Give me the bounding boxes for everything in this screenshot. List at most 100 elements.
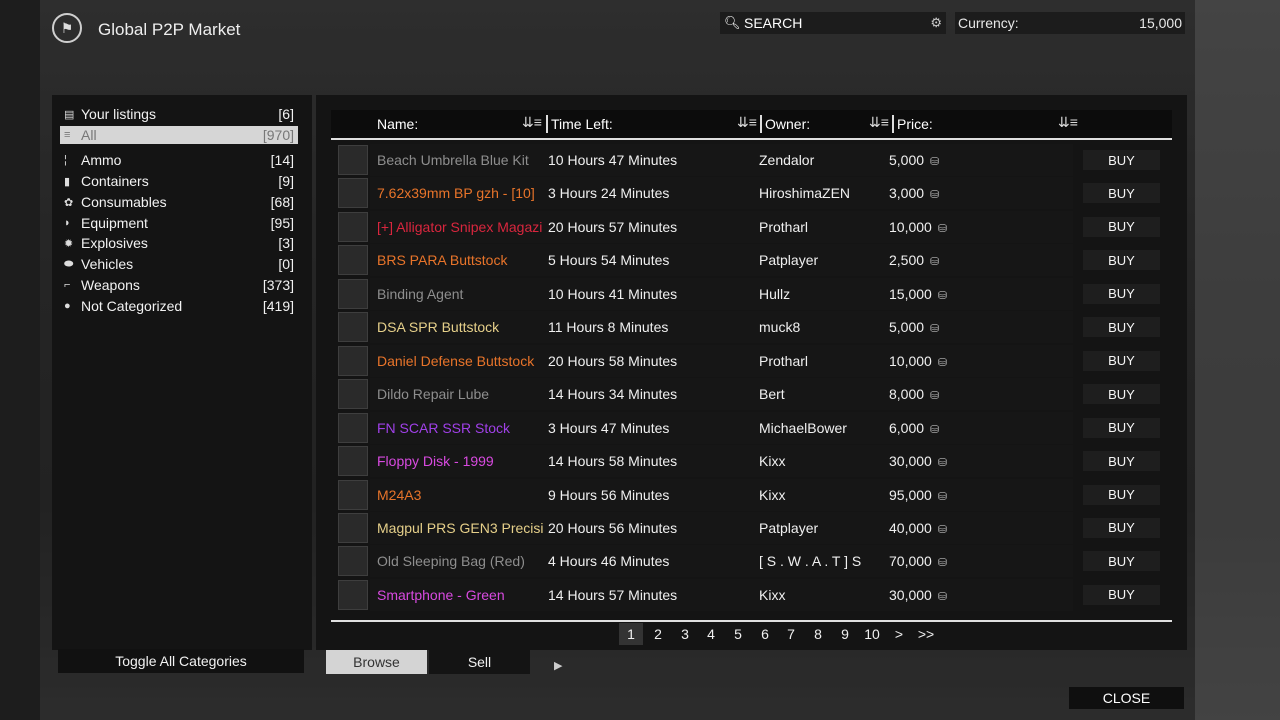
page-link[interactable]: 8 [806, 623, 830, 645]
time-left: 10 Hours 41 Minutes [548, 285, 678, 302]
buy-button[interactable]: BUY [1083, 517, 1160, 538]
category-ammo[interactable]: ¦ Ammo [14] [60, 151, 298, 169]
item-name: Dildo Repair Lube [377, 386, 490, 403]
sort-name-icon[interactable]: ⇊≡ [522, 114, 542, 131]
page-link[interactable]: 2 [646, 623, 670, 645]
buy-button[interactable]: BUY [1083, 350, 1160, 371]
owner-name: Zendalor [759, 152, 815, 168]
item-name: Beach Umbrella Blue Kit [377, 152, 529, 168]
table-row: M24A3 9 Hours 56 Minutes Kixx 95,000 ⛁ BUY [337, 478, 1170, 511]
page-link[interactable]: 3 [673, 623, 697, 645]
buy-button[interactable]: BUY [1083, 283, 1160, 304]
coin-icon: ⛁ [937, 289, 948, 302]
category-count: [970] [262, 127, 294, 143]
table-row: Old Sleeping Bag (Red) 4 Hours 46 Minutes… [337, 545, 1170, 578]
explosive-icon: ✹ [64, 237, 74, 250]
category-all[interactable]: ≡ All [970] [60, 126, 298, 144]
category-count: [14] [270, 152, 294, 168]
header-owner: Owner: [765, 116, 811, 132]
page-link[interactable]: > [887, 623, 911, 645]
category-consumables[interactable]: ✿ Consumables [68] [60, 193, 298, 211]
buy-button[interactable]: BUY [1083, 584, 1160, 605]
category-containers[interactable]: ▮ Containers [9] [60, 172, 298, 190]
time-left: 20 Hours 56 Minutes [548, 519, 678, 536]
category-count: [6] [278, 106, 294, 122]
price: 70,000 ⛁ [889, 553, 947, 569]
time-left: 14 Hours 34 Minutes [548, 386, 678, 403]
header-divider [760, 115, 762, 133]
item-thumbnail [338, 412, 368, 443]
owner-name: [ S . W . A . T ] S [759, 553, 862, 570]
coin-icon: ⛁ [930, 323, 940, 336]
toggle-all-categories-button[interactable]: Toggle All Categories [58, 649, 304, 673]
category-vehicles[interactable]: ⬬ Vehicles [0] [60, 255, 298, 273]
item-name: Magpul PRS GEN3 Precision Stock [377, 519, 543, 536]
buy-button[interactable]: BUY [1083, 216, 1160, 237]
price: 5,000 ⛁ [889, 319, 939, 335]
buy-button[interactable]: BUY [1083, 551, 1160, 572]
time-left: 14 Hours 58 Minutes [548, 453, 678, 470]
time-left: 14 Hours 57 Minutes [548, 586, 678, 603]
buy-button[interactable]: BUY [1083, 183, 1160, 204]
market-logo-icon: ⚑ [52, 13, 82, 43]
category-your-listings[interactable]: ▤ Your listings [6] [60, 105, 298, 123]
item-name: 7.62x39mm BP gzh - [10] [377, 185, 535, 202]
search-bar[interactable]: 🔍︎ SEARCH ⚙ [720, 12, 946, 34]
price: 5,000 ⛁ [889, 152, 939, 168]
category-equipment[interactable]: ◗ Equipment [95] [60, 214, 298, 232]
page-link[interactable]: >> [913, 623, 939, 645]
helmet-icon: ◗ [64, 217, 71, 229]
category-explosives[interactable]: ✹ Explosives [3] [60, 234, 298, 252]
category-label: Consumables [81, 194, 167, 210]
buy-button[interactable]: BUY [1083, 484, 1160, 505]
header-time-left: Time Left: [551, 116, 613, 132]
page-link[interactable]: 7 [779, 623, 803, 645]
buy-button[interactable]: BUY [1083, 384, 1160, 405]
sort-owner-icon[interactable]: ⇊≡ [869, 114, 889, 131]
buy-button[interactable]: BUY [1083, 417, 1160, 438]
header-name: Name: [377, 116, 419, 132]
page-link[interactable]: 9 [833, 623, 857, 645]
category-weapons[interactable]: ⌐ Weapons [373] [60, 276, 298, 294]
price-value: 3,000 [889, 185, 925, 202]
table-row: Binding Agent 10 Hours 41 Minutes Hullz 15,… [337, 277, 1170, 310]
coin-icon: ⛁ [930, 390, 940, 403]
category-count: [9] [278, 173, 294, 189]
tab-browse[interactable]: Browse [326, 650, 427, 674]
time-left: 11 Hours 8 Minutes [548, 319, 669, 336]
coin-icon: ⛁ [930, 423, 940, 436]
item-thumbnail [338, 512, 368, 543]
category-count: [68] [270, 194, 294, 210]
price-value: 10,000 [889, 352, 932, 369]
buy-button[interactable]: BUY [1083, 250, 1160, 271]
page-link[interactable]: 1 [619, 623, 643, 645]
item-name: Binding Agent [377, 285, 464, 302]
close-button[interactable]: CLOSE [1069, 687, 1184, 709]
coin-icon: ⛁ [937, 356, 948, 369]
buy-button[interactable]: BUY [1083, 451, 1160, 472]
price: 8,000 ⛁ [889, 386, 939, 402]
right-background [1195, 0, 1280, 720]
menu-icon: ≡ [64, 129, 71, 141]
buy-button[interactable]: BUY [1083, 317, 1160, 338]
tab-sell[interactable]: Sell [429, 650, 530, 674]
buy-button[interactable]: BUY [1083, 150, 1160, 170]
category-count: [3] [278, 235, 294, 251]
price-value: 15,000 [889, 285, 932, 302]
price-value: 6,000 [889, 419, 925, 436]
sort-time-icon[interactable]: ⇊≡ [737, 114, 757, 131]
page-link[interactable]: 6 [753, 623, 777, 645]
price-value: 5,000 [889, 319, 925, 336]
time-left: 5 Hours 54 Minutes [548, 252, 670, 269]
page-link[interactable]: 5 [726, 623, 750, 645]
price-value: 40,000 [889, 519, 932, 536]
page-link[interactable]: 10 [859, 623, 885, 645]
time-left: 4 Hours 46 Minutes [548, 553, 670, 570]
search-settings-icon[interactable]: ⚙ [930, 15, 942, 31]
category-not-categorized[interactable]: ● Not Categorized [419] [60, 297, 298, 315]
category-label: Explosives [81, 235, 148, 251]
category-label: Vehicles [81, 256, 134, 272]
time-left: 20 Hours 57 Minutes [548, 218, 678, 235]
page-link[interactable]: 4 [699, 623, 723, 645]
sort-price-icon[interactable]: ⇊≡ [1058, 114, 1078, 131]
